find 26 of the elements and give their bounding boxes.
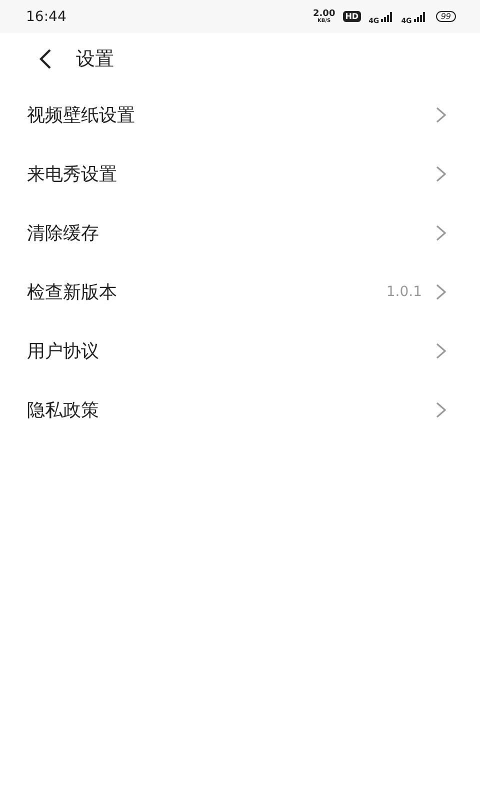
chevron-icon	[436, 166, 446, 182]
chevron-icon	[436, 284, 446, 300]
item-label: 隐私政策	[27, 398, 99, 422]
chevron-icon	[436, 106, 446, 122]
hd-badge: HD	[343, 11, 361, 22]
chevron-icon	[436, 402, 446, 418]
settings-item[interactable]: 隐私政策	[0, 380, 480, 439]
settings-item[interactable]: 视频壁纸设置	[0, 85, 480, 144]
settings-item[interactable]: 用户协议	[0, 321, 480, 380]
settings-item[interactable]: 来电秀设置	[0, 144, 480, 203]
item-label: 用户协议	[27, 340, 99, 362]
settings-item[interactable]: 检查新版本 1.0.1	[0, 262, 480, 321]
chevron-icon	[436, 342, 446, 358]
version-value: 1.0.1	[386, 284, 422, 300]
settings-item[interactable]: 清除缓存	[0, 203, 480, 262]
battery-icon: 99	[436, 11, 456, 22]
page-title: 设置	[76, 47, 114, 72]
item-label: 检查新版本	[27, 280, 117, 304]
status-time: 16:44	[26, 8, 66, 24]
item-label: 清除缓存	[27, 222, 99, 244]
back-icon	[38, 48, 52, 70]
item-label: 视频壁纸设置	[27, 104, 135, 126]
signal-icon	[381, 12, 394, 22]
signal-icon	[414, 12, 426, 22]
chevron-icon	[436, 224, 446, 240]
item-label: 来电秀设置	[27, 162, 117, 186]
